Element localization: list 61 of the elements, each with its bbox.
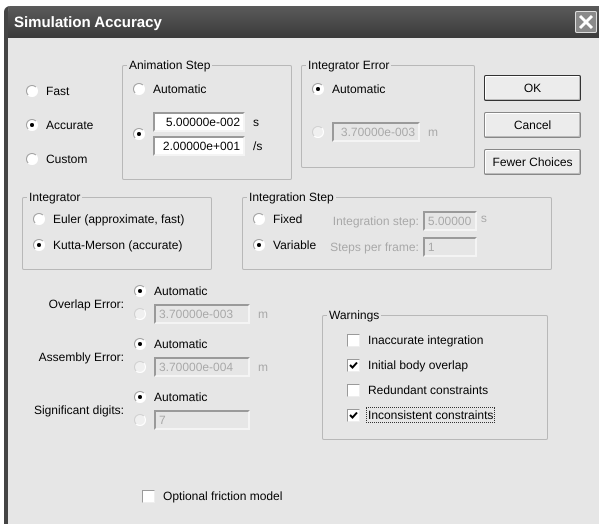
radio-button[interactable] bbox=[26, 153, 38, 165]
check-icon bbox=[349, 411, 358, 419]
checkbox-label: Inconsistent constraints bbox=[366, 407, 496, 423]
field-label: Steps per frame: bbox=[330, 240, 419, 254]
group-title: Integration Step bbox=[248, 190, 335, 204]
radio-button[interactable] bbox=[134, 391, 146, 403]
option-label: Automatic bbox=[154, 337, 208, 351]
group-title: Warnings bbox=[328, 308, 380, 322]
option-label: Automatic bbox=[154, 284, 208, 298]
option-label: Automatic bbox=[153, 82, 206, 96]
radio-button[interactable] bbox=[134, 285, 146, 297]
radio-button[interactable] bbox=[253, 213, 265, 225]
option-label: Automatic bbox=[154, 390, 208, 404]
checkbox-label: Initial body overlap bbox=[367, 357, 470, 373]
window-title: Simulation Accuracy bbox=[14, 14, 162, 30]
option-label: Kutta-Merson (accurate) bbox=[53, 238, 182, 252]
radio-button[interactable] bbox=[134, 338, 146, 350]
checkbox[interactable] bbox=[142, 490, 155, 502]
checkbox-label: Optional friction model bbox=[162, 488, 284, 504]
option-label: Fixed bbox=[273, 212, 302, 226]
setting-label: Overlap Error: bbox=[48, 297, 125, 311]
option-label: Automatic bbox=[332, 82, 386, 96]
group-title: Integrator bbox=[28, 190, 82, 204]
unit-label: m bbox=[258, 360, 268, 374]
radio-button[interactable] bbox=[26, 119, 38, 131]
option-label: Accurate bbox=[46, 118, 94, 132]
group-title: Integrator Error bbox=[307, 58, 390, 72]
dialog-button[interactable]: OK bbox=[484, 75, 581, 101]
checkbox-label: Inaccurate integration bbox=[367, 332, 484, 348]
setting-label: Significant digits: bbox=[32, 403, 125, 417]
radio-button[interactable] bbox=[133, 83, 145, 95]
option-label: Variable bbox=[273, 238, 316, 252]
radio-button[interactable] bbox=[33, 213, 45, 225]
checkbox-label: Redundant constraints bbox=[367, 382, 490, 398]
radio-button[interactable] bbox=[253, 239, 265, 251]
dialog-button[interactable]: Cancel bbox=[484, 112, 581, 138]
radio-button[interactable] bbox=[312, 83, 324, 95]
unit-label: m bbox=[428, 125, 438, 139]
close-button[interactable] bbox=[575, 11, 597, 33]
check-icon bbox=[349, 361, 358, 369]
unit-label: m bbox=[258, 307, 268, 321]
radio-button[interactable] bbox=[33, 239, 45, 251]
checkbox[interactable] bbox=[347, 408, 360, 422]
text-field[interactable]: 5.00000e-002 bbox=[153, 112, 245, 132]
option-label: Custom bbox=[46, 152, 88, 166]
dialog-button[interactable]: Fewer Choices bbox=[484, 149, 581, 175]
checkbox[interactable] bbox=[347, 334, 360, 346]
unit-label: s bbox=[253, 115, 259, 129]
field-label: Integration step: bbox=[332, 214, 419, 228]
close-icon bbox=[578, 14, 594, 30]
radio-button[interactable] bbox=[133, 128, 145, 140]
radio-button[interactable] bbox=[26, 85, 38, 97]
text-field[interactable]: 2.00000e+001 bbox=[153, 136, 245, 156]
option-label: Euler (approximate, fast) bbox=[53, 212, 184, 226]
unit-label: /s bbox=[253, 139, 262, 153]
group-title: Animation Step bbox=[128, 58, 212, 72]
setting-label: Assembly Error: bbox=[38, 350, 125, 364]
checkbox[interactable] bbox=[347, 358, 360, 372]
option-label: Fast bbox=[46, 84, 70, 98]
unit-label: s bbox=[480, 211, 487, 225]
checkbox[interactable] bbox=[347, 384, 360, 396]
